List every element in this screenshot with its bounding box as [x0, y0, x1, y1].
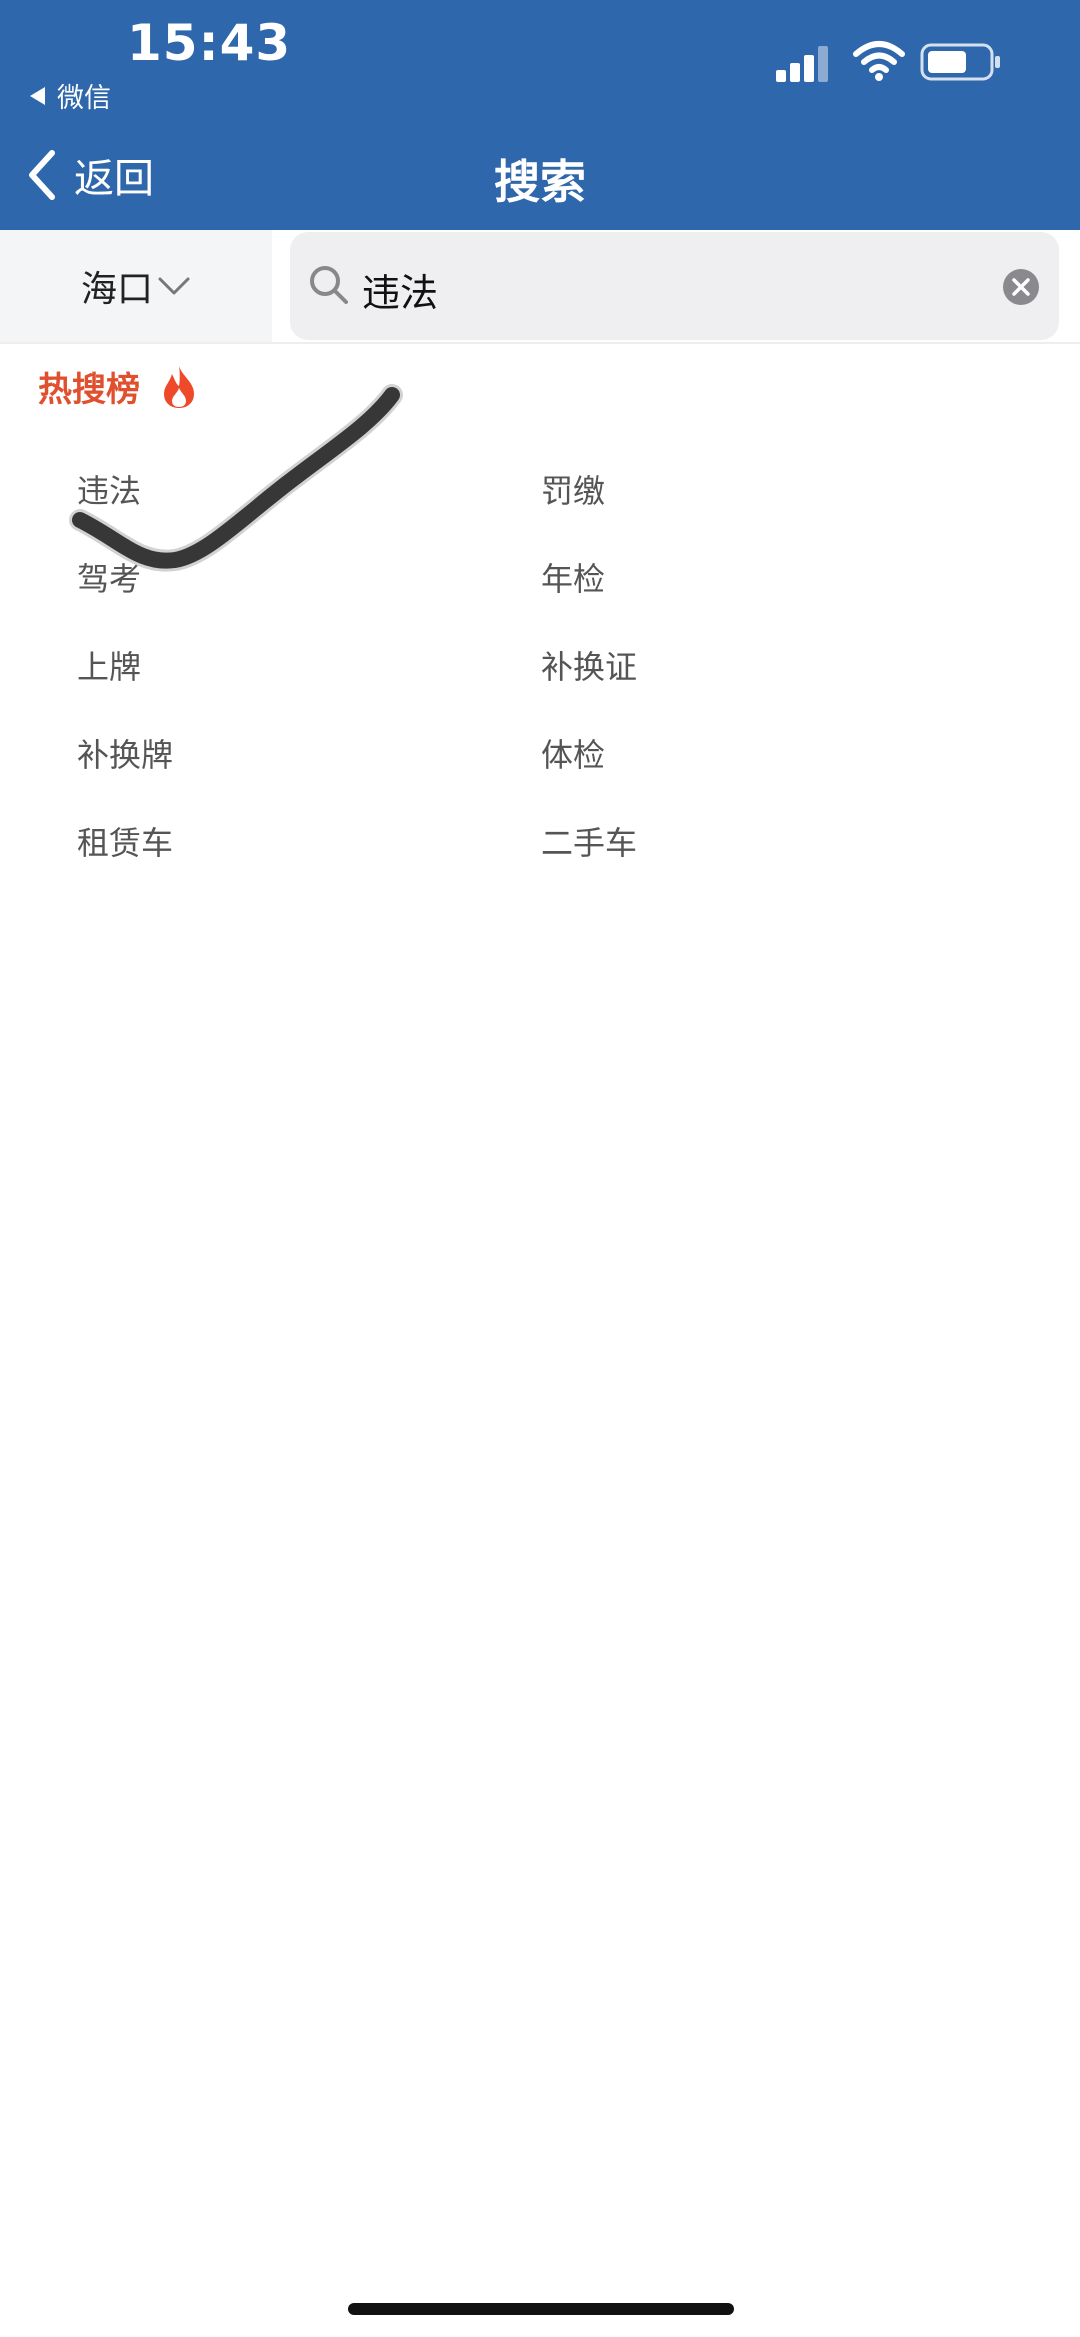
app-header: 15:43 微信 返回 搜索 — [0, 0, 1080, 230]
chevron-down-icon — [158, 277, 190, 295]
search-value: 违法 — [362, 271, 439, 315]
hot-item-rental-car[interactable]: 租赁车 — [77, 818, 173, 864]
status-icons — [776, 40, 1006, 90]
page-title: 搜索 — [494, 155, 586, 209]
hot-search-title: 热搜榜 — [38, 370, 140, 410]
hot-item-registration-plate[interactable]: 上牌 — [77, 642, 141, 688]
back-to-app-button[interactable]: 微信 — [30, 76, 111, 115]
hot-item-license-replacement[interactable]: 补换证 — [541, 642, 637, 688]
search-input[interactable]: 违法 — [290, 232, 1059, 340]
city-label: 海口 — [80, 269, 153, 310]
hot-item-plate-replacement[interactable]: 补换牌 — [77, 730, 173, 776]
hot-item-driving-test[interactable]: 驾考 — [77, 554, 141, 600]
battery-icon — [920, 43, 1000, 81]
fire-icon — [164, 365, 194, 408]
hot-item-physical-exam[interactable]: 体检 — [541, 730, 605, 776]
back-to-app-label: 微信 — [57, 83, 111, 114]
back-triangle-icon — [30, 86, 45, 105]
hot-item-violation[interactable]: 违法 — [77, 466, 141, 512]
signal-icon — [776, 46, 828, 82]
hot-search-header: 热搜榜 — [38, 362, 200, 411]
city-selector[interactable]: 海口 — [0, 230, 272, 342]
hot-item-fine-payment[interactable]: 罚缴 — [541, 466, 605, 512]
hot-item-annual-inspection[interactable]: 年检 — [541, 554, 605, 600]
search-icon — [310, 266, 348, 304]
status-time: 15:43 — [127, 14, 292, 72]
hot-item-used-car[interactable]: 二手车 — [541, 818, 637, 864]
home-indicator[interactable] — [348, 2303, 734, 2315]
search-bar: 海口 违法 — [0, 230, 1080, 344]
wifi-icon — [853, 41, 905, 81]
clear-icon[interactable] — [1002, 268, 1040, 306]
